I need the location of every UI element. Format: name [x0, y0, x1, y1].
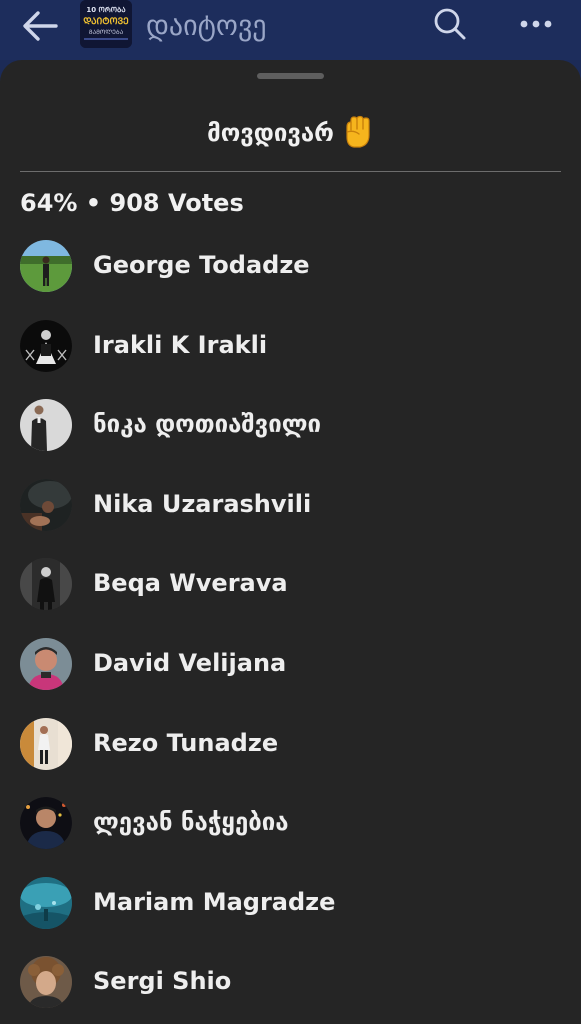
- person-on-grass-photo: [20, 240, 72, 292]
- voter-name[interactable]: Mariam Magradze: [93, 885, 335, 919]
- more-horizontal-icon: [520, 20, 552, 28]
- avatar[interactable]: [20, 876, 72, 929]
- voter-name[interactable]: Nika Uzarashvili: [93, 487, 311, 521]
- aquarium-photo: [20, 876, 72, 929]
- svg-text:ᲒᲐᲛᲝᲚᲔᲑᲐ: ᲒᲐᲛᲝᲚᲔᲑᲐ: [89, 29, 124, 36]
- person-in-suit-photo: [20, 399, 72, 452]
- avatar[interactable]: [20, 478, 72, 531]
- group-thumbnail[interactable]: 10 ᲝᲠᲝᲑᲐ ᲓᲐᲘᲢᲝᲕᲔ ᲒᲐᲛᲝᲚᲔᲑᲐ: [80, 0, 132, 48]
- sheet-drag-handle[interactable]: [257, 73, 324, 79]
- arrow-left-icon: [23, 11, 58, 41]
- voter-name[interactable]: Beqa Wverava: [93, 566, 288, 600]
- avatar[interactable]: [20, 399, 72, 452]
- dark-outdoor-photo: [20, 478, 72, 531]
- avatar[interactable]: [20, 637, 72, 690]
- avatar[interactable]: [20, 240, 72, 292]
- back-button[interactable]: [18, 6, 62, 46]
- voter-row[interactable]: Beqa Wverava: [0, 544, 581, 624]
- search-icon: [434, 8, 466, 40]
- voter-row[interactable]: Rezo Tunadze: [0, 704, 581, 784]
- person-standing-photo: [20, 717, 72, 770]
- avatar[interactable]: [20, 717, 72, 770]
- poll-option-label: მოვდივარ: [207, 119, 334, 147]
- voter-name[interactable]: ნიკა დოთიაშვილი: [93, 407, 321, 441]
- more-options-button[interactable]: [514, 4, 558, 44]
- dark-portrait-photo: [20, 319, 72, 372]
- poll-voters-sheet: მოვდივარ 64% • 908 Votes George Todadze: [0, 60, 581, 1024]
- voter-row[interactable]: Mariam Magradze: [0, 863, 581, 943]
- avatar[interactable]: [20, 797, 72, 850]
- voter-row[interactable]: David Velijana: [0, 624, 581, 704]
- svg-text:ᲓᲐᲘᲢᲝᲕᲔ: ᲓᲐᲘᲢᲝᲕᲔ: [83, 17, 129, 27]
- voter-list: George Todadze Irakli K Irakli ნიკა დოთი…: [0, 226, 581, 1022]
- man-portrait-photo: [20, 637, 72, 690]
- group-title[interactable]: დაიტოვე: [146, 8, 267, 44]
- top-app-bar: 10 ᲝᲠᲝᲑᲐ ᲓᲐᲘᲢᲝᲕᲔ ᲒᲐᲛᲝᲚᲔᲑᲐ დაიტოვე: [0, 0, 581, 60]
- raised-fist-icon: [346, 115, 370, 148]
- voter-name[interactable]: Sergi Shio: [93, 964, 231, 998]
- avatar[interactable]: [20, 319, 72, 372]
- voter-name[interactable]: Irakli K Irakli: [93, 328, 267, 362]
- voter-row[interactable]: Irakli K Irakli: [0, 306, 581, 386]
- poll-option-title: მოვდივარ: [0, 115, 581, 150]
- title-divider: [20, 171, 561, 172]
- voter-name[interactable]: ლევან ნაჭყებია: [93, 805, 289, 839]
- curly-hair-portrait-photo: [20, 956, 72, 1009]
- person-dark-room-photo: [20, 558, 72, 611]
- voter-name[interactable]: David Velijana: [93, 646, 286, 680]
- voter-row[interactable]: Sergi Shio: [0, 942, 581, 1022]
- group-cover-image: 10 ᲝᲠᲝᲑᲐ ᲓᲐᲘᲢᲝᲕᲔ ᲒᲐᲛᲝᲚᲔᲑᲐ: [80, 0, 132, 48]
- svg-text:10 ᲝᲠᲝᲑᲐ: 10 ᲝᲠᲝᲑᲐ: [86, 6, 125, 14]
- voter-row[interactable]: ლევან ნაჭყებია: [0, 783, 581, 863]
- man-night-photo: [20, 797, 72, 850]
- search-button[interactable]: [428, 4, 472, 44]
- avatar[interactable]: [20, 956, 72, 1009]
- voter-name[interactable]: Rezo Tunadze: [93, 726, 278, 760]
- voter-row[interactable]: ნიკა დოთიაშვილი: [0, 385, 581, 465]
- voter-row[interactable]: George Todadze: [0, 226, 581, 306]
- vote-summary: 64% • 908 Votes: [20, 189, 244, 217]
- voter-row[interactable]: Nika Uzarashvili: [0, 465, 581, 545]
- voter-name[interactable]: George Todadze: [93, 248, 310, 282]
- avatar[interactable]: [20, 558, 72, 611]
